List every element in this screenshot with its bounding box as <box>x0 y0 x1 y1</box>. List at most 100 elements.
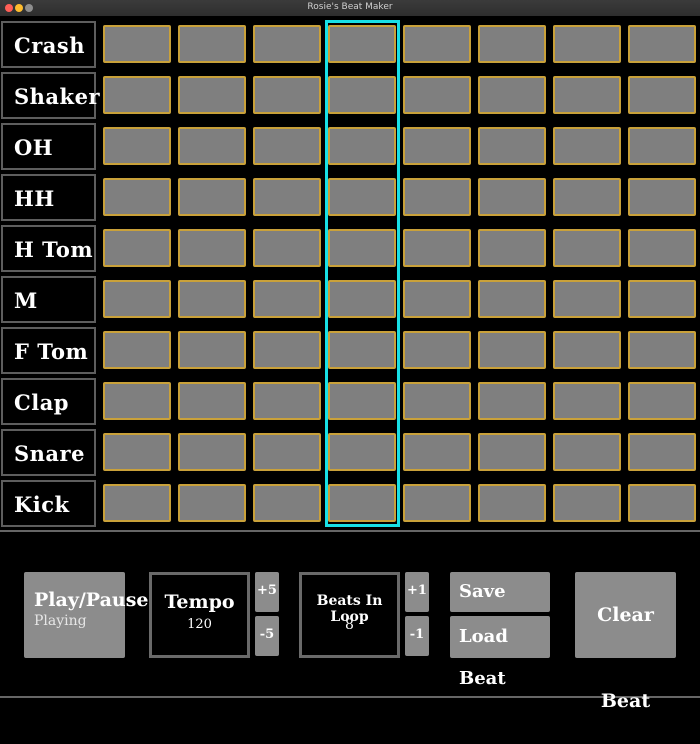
step-cell[interactable] <box>553 331 621 369</box>
step-cell[interactable] <box>328 127 396 165</box>
step-cell[interactable] <box>628 229 696 267</box>
track-label: HH <box>1 174 96 221</box>
tempo-display: Tempo 120 <box>149 572 250 658</box>
tempo-label: Tempo <box>164 591 235 613</box>
step-cell[interactable] <box>553 76 621 114</box>
step-cell[interactable] <box>253 484 321 522</box>
step-cell[interactable] <box>478 25 546 63</box>
tempo-down-button[interactable]: -5 <box>255 616 279 656</box>
step-cell[interactable] <box>478 229 546 267</box>
clear-beat-button[interactable]: Clear Beat <box>575 572 676 712</box>
step-cell[interactable] <box>403 178 471 216</box>
step-cell[interactable] <box>478 127 546 165</box>
step-cell[interactable] <box>253 178 321 216</box>
step-cell[interactable] <box>103 484 171 522</box>
window-title: Rosie's Beat Maker <box>307 2 393 12</box>
step-cell[interactable] <box>478 76 546 114</box>
step-cell[interactable] <box>628 25 696 63</box>
load-beat-button[interactable]: Load Beat <box>450 616 550 689</box>
step-cell[interactable] <box>403 127 471 165</box>
step-cell[interactable] <box>103 229 171 267</box>
step-cell[interactable] <box>253 280 321 318</box>
step-cell[interactable] <box>328 76 396 114</box>
step-cell[interactable] <box>328 484 396 522</box>
step-cell[interactable] <box>253 76 321 114</box>
step-cell[interactable] <box>103 382 171 420</box>
step-cell[interactable] <box>178 484 246 522</box>
step-cell[interactable] <box>628 382 696 420</box>
step-cell[interactable] <box>553 127 621 165</box>
step-cell[interactable] <box>328 280 396 318</box>
step-cell[interactable] <box>553 484 621 522</box>
step-cell[interactable] <box>478 280 546 318</box>
step-cell[interactable] <box>553 178 621 216</box>
step-cell[interactable] <box>328 331 396 369</box>
step-cell[interactable] <box>253 382 321 420</box>
step-cell[interactable] <box>178 178 246 216</box>
step-cell[interactable] <box>403 433 471 471</box>
step-cell[interactable] <box>403 280 471 318</box>
step-cell[interactable] <box>478 178 546 216</box>
step-cell[interactable] <box>178 280 246 318</box>
step-cell[interactable] <box>478 331 546 369</box>
beats-up-button[interactable]: +1 <box>405 572 429 612</box>
step-cell[interactable] <box>178 229 246 267</box>
step-cell[interactable] <box>628 433 696 471</box>
beats-down-button[interactable]: -1 <box>405 616 429 656</box>
step-cell[interactable] <box>103 76 171 114</box>
track-label: F Tom <box>1 327 96 374</box>
step-cell[interactable] <box>178 127 246 165</box>
step-cell[interactable] <box>253 229 321 267</box>
step-cell[interactable] <box>553 433 621 471</box>
track-label: Crash <box>1 21 96 68</box>
step-cell[interactable] <box>478 484 546 522</box>
step-cell[interactable] <box>553 382 621 420</box>
step-cell[interactable] <box>628 127 696 165</box>
step-cell[interactable] <box>103 178 171 216</box>
step-cell[interactable] <box>253 25 321 63</box>
step-cell[interactable] <box>628 484 696 522</box>
step-cell[interactable] <box>178 25 246 63</box>
step-cell[interactable] <box>328 382 396 420</box>
step-cell[interactable] <box>253 331 321 369</box>
beats-value: 8 <box>345 617 354 633</box>
step-cell[interactable] <box>403 331 471 369</box>
step-cell[interactable] <box>103 127 171 165</box>
play-pause-label: Play/Pause <box>34 589 149 611</box>
step-cell[interactable] <box>403 382 471 420</box>
step-cell[interactable] <box>103 331 171 369</box>
step-cell[interactable] <box>403 25 471 63</box>
save-beat-button[interactable]: Save Beat <box>450 572 550 642</box>
step-cell[interactable] <box>628 178 696 216</box>
step-cell[interactable] <box>478 382 546 420</box>
step-cell[interactable] <box>328 229 396 267</box>
beats-in-loop-display: Beats In Loop 8 <box>299 572 400 658</box>
step-cell[interactable] <box>553 280 621 318</box>
step-cell[interactable] <box>178 382 246 420</box>
step-cell[interactable] <box>403 484 471 522</box>
step-cell[interactable] <box>328 25 396 63</box>
step-cell[interactable] <box>253 433 321 471</box>
step-cell[interactable] <box>553 229 621 267</box>
step-cell[interactable] <box>553 25 621 63</box>
track-label: Snare <box>1 429 96 476</box>
step-cell[interactable] <box>628 280 696 318</box>
step-cell[interactable] <box>178 331 246 369</box>
play-status: Playing <box>34 613 87 629</box>
step-cell[interactable] <box>178 433 246 471</box>
step-cell[interactable] <box>328 178 396 216</box>
step-cell[interactable] <box>628 76 696 114</box>
tempo-up-button[interactable]: +5 <box>255 572 279 612</box>
step-cell[interactable] <box>328 433 396 471</box>
step-cell[interactable] <box>103 433 171 471</box>
step-cell[interactable] <box>103 25 171 63</box>
step-cell[interactable] <box>253 127 321 165</box>
step-cell[interactable] <box>103 280 171 318</box>
step-cell[interactable] <box>403 76 471 114</box>
step-cell[interactable] <box>628 331 696 369</box>
sequencer-grid: CrashShakerOHHHH TomM TomF TomClapSnareK… <box>0 16 700 528</box>
step-cell[interactable] <box>478 433 546 471</box>
step-cell[interactable] <box>403 229 471 267</box>
play-pause-button[interactable]: Play/Pause Playing <box>24 572 148 658</box>
step-cell[interactable] <box>178 76 246 114</box>
